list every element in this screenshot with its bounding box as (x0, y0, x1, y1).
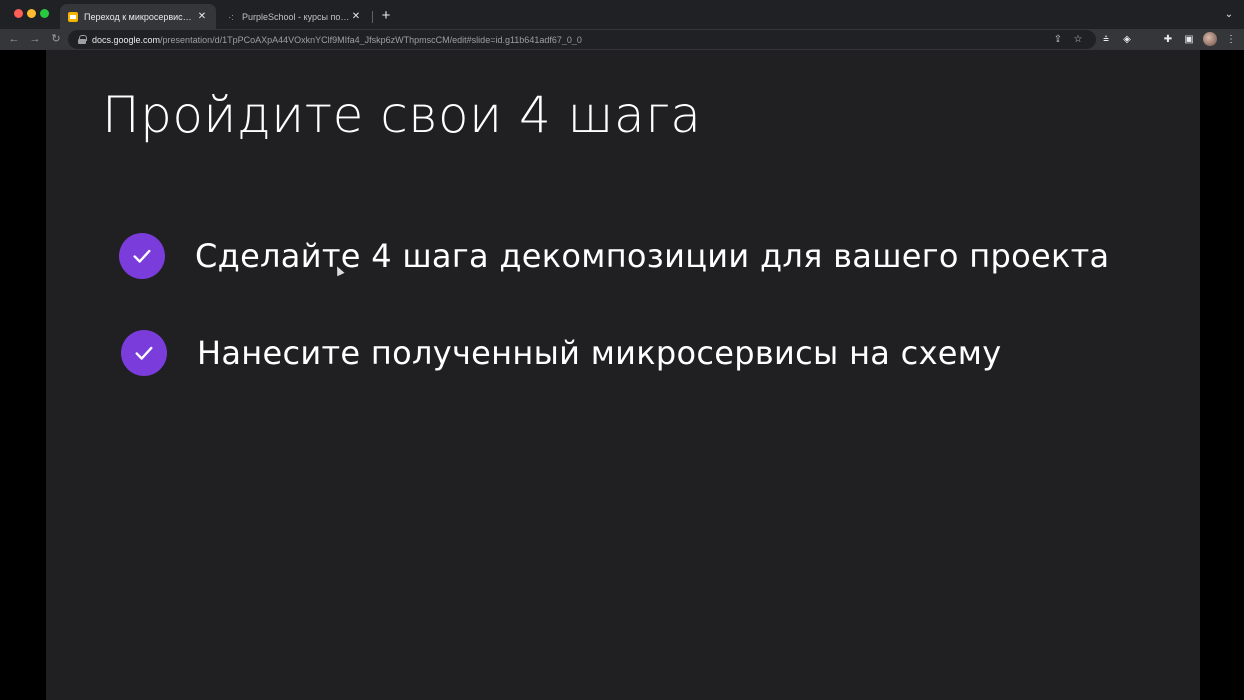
share-icon[interactable]: ⇪ (1051, 32, 1065, 47)
close-tab-icon[interactable]: ✕ (196, 11, 208, 22)
bookmark-star-icon[interactable]: ☆ (1071, 32, 1085, 47)
address-bar[interactable]: docs.google.com/presentation/d/1TpPCoAXp… (68, 30, 1096, 49)
purpleschool-icon: ·: (228, 11, 234, 22)
bullet-item: Сделайте 4 шага декомпозиции для вашего … (119, 233, 1109, 279)
presentation-viewport: Пройдите свои 4 шага Сделайте 4 шага дек… (0, 50, 1244, 700)
tab-divider (372, 11, 373, 23)
bullet-text: Сделайте 4 шага декомпозиции для вашего … (195, 237, 1110, 275)
minimize-window-button[interactable] (27, 9, 36, 18)
profile-avatar[interactable] (1203, 32, 1217, 46)
slide-title: Пройдите свои 4 шага (102, 86, 702, 144)
tab-slides[interactable]: Переход к микросервисам - ✕ (60, 4, 216, 29)
close-window-button[interactable] (14, 9, 23, 18)
bullet-text: Нанесите полученный микросервисы на схем… (197, 334, 1002, 372)
check-icon (121, 330, 167, 376)
maximize-window-button[interactable] (40, 9, 49, 18)
tab-search-icon[interactable]: ⌄ (1222, 7, 1236, 23)
tab-title: PurpleSchool - курсы по разр (242, 11, 350, 22)
tab-purpleschool[interactable]: ·: PurpleSchool - курсы по разр ✕ (218, 4, 370, 29)
url-text[interactable]: docs.google.com/presentation/d/1TpPCoAXp… (92, 35, 582, 45)
browser-window: Переход к микросервисам - ✕ ·: PurpleSch… (0, 0, 1244, 700)
check-icon (119, 233, 165, 279)
forward-icon[interactable]: → (27, 31, 43, 48)
extension-diamond-icon[interactable]: ◈ (1119, 31, 1135, 48)
close-tab-icon[interactable]: ✕ (350, 11, 362, 22)
reload-icon[interactable]: ↻ (48, 31, 64, 48)
menu-kebab-icon[interactable]: ⋮ (1223, 31, 1239, 48)
google-slides-icon (68, 11, 78, 22)
slide: Пройдите свои 4 шага Сделайте 4 шага дек… (46, 50, 1200, 700)
tab-strip: Переход к микросервисам - ✕ ·: PurpleSch… (0, 0, 1244, 29)
extension-icon[interactable]: ⩮ (1098, 31, 1114, 48)
bullet-item: Нанесите полученный микросервисы на схем… (121, 330, 1001, 376)
back-icon[interactable]: ← (6, 31, 22, 48)
browser-toolbar: ← → ↻ docs.google.com/presentation/d/1Tp… (0, 29, 1244, 50)
new-tab-button[interactable]: + (378, 6, 394, 26)
side-panel-icon[interactable]: ▣ (1181, 31, 1197, 48)
tab-title: Переход к микросервисам - (84, 11, 196, 22)
puzzle-extensions-icon[interactable]: ✚ (1160, 31, 1176, 48)
lock-icon[interactable] (78, 35, 87, 44)
